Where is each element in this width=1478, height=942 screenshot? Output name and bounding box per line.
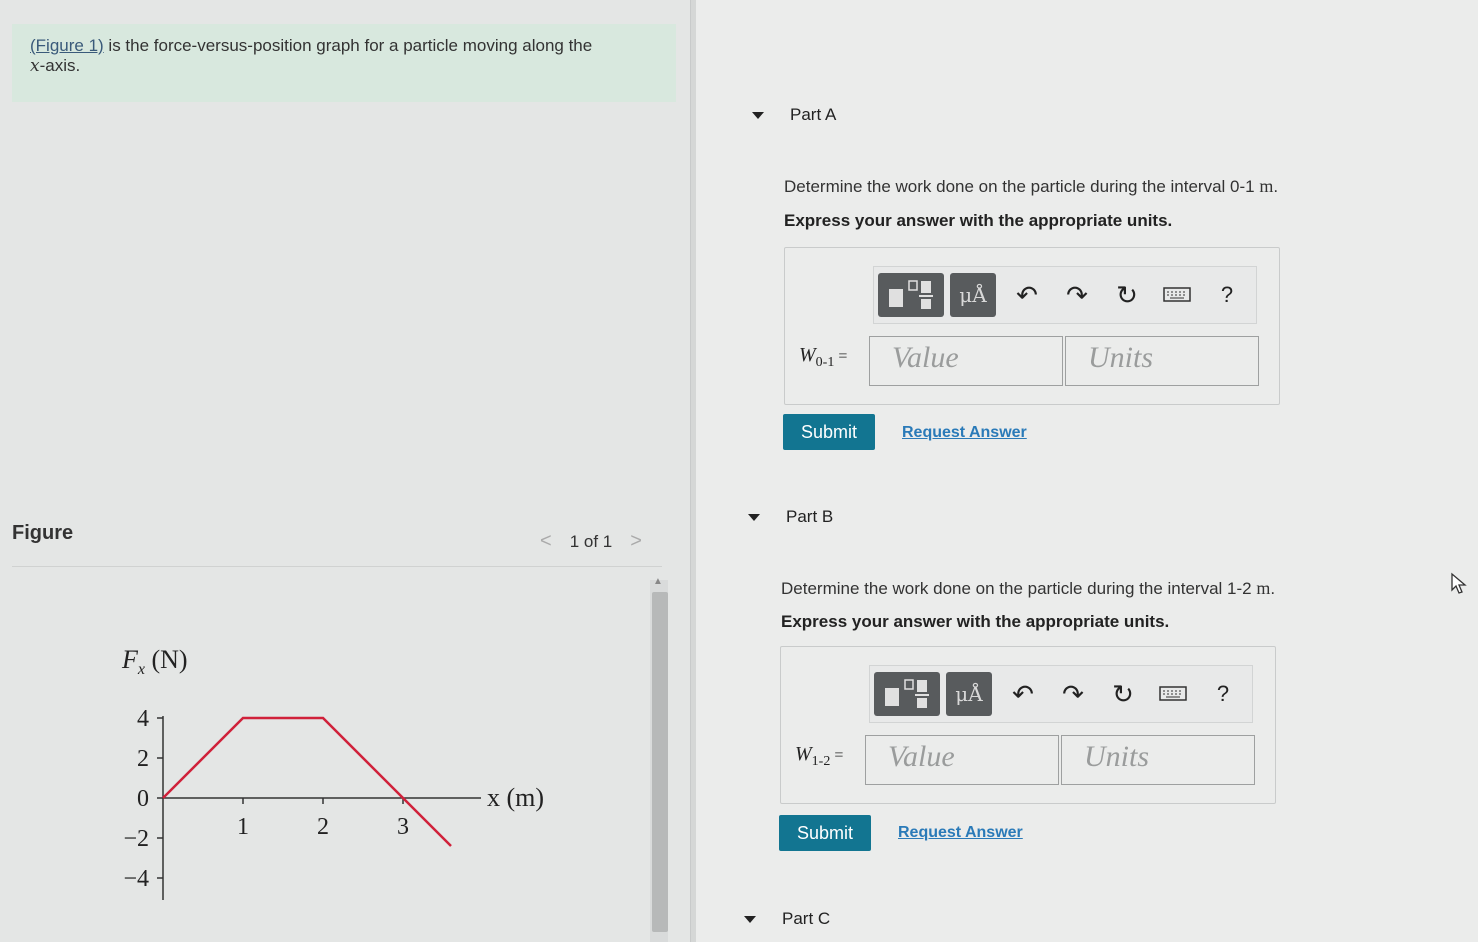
undo-icon[interactable]: ↶	[1002, 280, 1052, 311]
part-a-request-answer-link[interactable]: Request Answer	[902, 424, 1027, 442]
figure-separator	[12, 566, 662, 567]
var-main: W	[795, 743, 812, 765]
part-c-header[interactable]: Part C	[744, 909, 830, 929]
questions-panel: Part A Determine the work done on the pa…	[696, 0, 1478, 942]
mouse-pointer-icon	[1451, 572, 1467, 594]
part-b-label: Part B	[786, 507, 834, 526]
y-tick-label: −2	[123, 826, 149, 852]
part-a-units-input[interactable]: Units	[1065, 336, 1259, 386]
figure-pager: < 1 of 1 >	[540, 530, 642, 553]
keyboard-glyph	[1163, 286, 1191, 302]
part-a-question-unit: m	[1259, 176, 1274, 196]
part-b-variable: W1-2 =	[795, 743, 843, 770]
redo-icon[interactable]: ↷	[1052, 280, 1102, 311]
keyboard-glyph	[1159, 685, 1187, 701]
problem-intro: (Figure 1) is the force-versus-position …	[12, 24, 676, 102]
part-a-toolbar: μÅ ↶ ↷ ↻ ?	[873, 266, 1257, 324]
x-axis-label: x (m)	[487, 783, 544, 812]
part-b-header[interactable]: Part B	[748, 507, 833, 527]
axis-symbol: x	[30, 56, 40, 76]
help-button[interactable]: ?	[1198, 681, 1248, 707]
figure-count: 1 of 1	[569, 531, 613, 551]
figure-panel: (Figure 1) is the force-versus-position …	[0, 0, 690, 942]
y-tick-label: 2	[137, 746, 149, 772]
keyboard-icon[interactable]	[1148, 679, 1198, 710]
keyboard-icon[interactable]	[1152, 280, 1202, 311]
graph-layer: 4 2 0 −2 −4 1 2 3 Fx (N) x (m)	[121, 645, 544, 900]
intro-text: is the force-versus-position graph for a…	[103, 36, 593, 55]
part-b-units-input[interactable]: Units	[1061, 735, 1255, 785]
y-tick-label: −4	[123, 866, 149, 892]
part-b-value-input[interactable]: Value	[865, 735, 1059, 785]
templates-button[interactable]	[878, 273, 944, 317]
part-b-question-unit: m	[1256, 578, 1271, 598]
part-a-question-end: .	[1273, 177, 1279, 196]
part-a-instruction: Express your answer with the appropriate…	[784, 211, 1173, 230]
y-tick-label: 0	[137, 786, 149, 812]
part-b-question: Determine the work done on the particle …	[781, 578, 1275, 599]
part-a-variable: W0-1 =	[799, 344, 847, 371]
part-b-toolbar: μÅ ↶ ↷ ↻ ?	[869, 665, 1253, 723]
part-a-header[interactable]: Part A	[752, 105, 836, 125]
part-b-submit-button[interactable]: Submit	[779, 815, 871, 851]
part-a-question: Determine the work done on the particle …	[784, 176, 1278, 197]
part-a-submit-button[interactable]: Submit	[783, 414, 875, 450]
templates-icon	[889, 280, 933, 309]
next-figure-button[interactable]: >	[630, 530, 642, 553]
y-tick-label: 4	[137, 706, 149, 732]
var-sub: 1-2	[811, 754, 831, 769]
part-a-answer-box: μÅ ↶ ↷ ↻ ? W0-1 = Value Units	[784, 247, 1280, 405]
units-button[interactable]: μÅ	[946, 672, 992, 716]
part-b-question-text: Determine the work done on the particle …	[781, 579, 1257, 598]
part-b-question-end: .	[1270, 579, 1276, 598]
var-sub: 0-1	[815, 355, 835, 370]
part-b-instruction: Express your answer with the appropriate…	[781, 612, 1170, 631]
reset-icon[interactable]: ↻	[1098, 679, 1148, 710]
redo-icon[interactable]: ↷	[1048, 679, 1098, 710]
help-button[interactable]: ?	[1202, 282, 1252, 308]
prev-figure-button[interactable]: <	[540, 530, 552, 553]
part-a-question-text: Determine the work done on the particle …	[784, 177, 1260, 196]
collapse-caret-icon[interactable]	[744, 916, 756, 924]
figure-link[interactable]: (Figure 1)	[30, 36, 104, 55]
var-main: W	[799, 344, 816, 366]
part-a-label: Part A	[790, 105, 837, 124]
x-tick-label: 3	[397, 814, 409, 840]
units-button[interactable]: μÅ	[950, 273, 996, 317]
x-tick-label: 1	[237, 814, 249, 840]
undo-icon[interactable]: ↶	[998, 679, 1048, 710]
part-a-value-input[interactable]: Value	[869, 336, 1063, 386]
collapse-caret-icon[interactable]	[752, 112, 764, 120]
templates-icon	[885, 679, 929, 708]
part-c-label: Part C	[782, 909, 831, 928]
intro-text-end: -axis.	[39, 56, 81, 75]
equals-sign: =	[838, 348, 848, 365]
reset-icon[interactable]: ↻	[1102, 280, 1152, 311]
y-axis-label: Fx (N)	[121, 645, 188, 678]
collapse-caret-icon[interactable]	[748, 514, 760, 522]
part-b-request-answer-link[interactable]: Request Answer	[898, 824, 1023, 842]
figure-title: Figure	[12, 522, 74, 544]
x-tick-label: 2	[317, 814, 329, 840]
force-position-graph: 4 2 0 −2 −4 1 2 3 Fx (N) x (m)	[121, 645, 544, 900]
figure-scroll-thumb[interactable]	[652, 592, 668, 932]
part-b-answer-box: μÅ ↶ ↷ ↻ ? W1-2 = Value Units	[780, 646, 1276, 804]
equals-sign: =	[834, 747, 844, 764]
templates-button[interactable]	[874, 672, 940, 716]
scroll-up-arrow-icon[interactable]: ▲	[653, 576, 663, 587]
